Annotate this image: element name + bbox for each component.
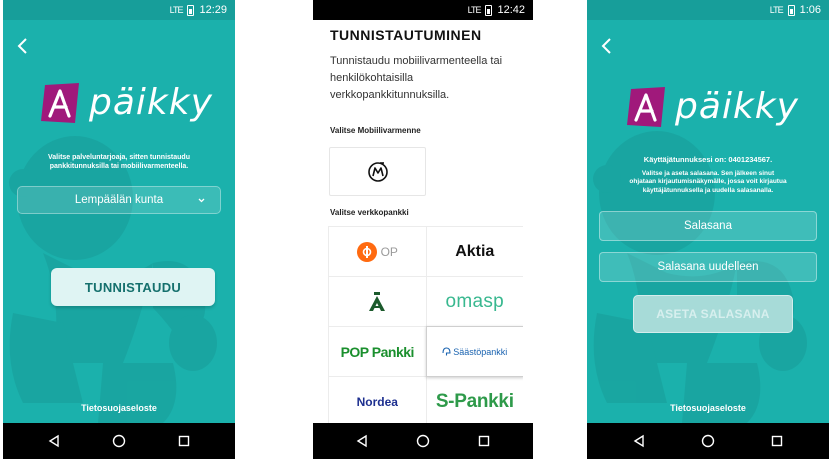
instruction-text: Valitse palveluntarjoaja, sitten tunnist… [13,153,225,172]
paikky-logo: päikky [627,86,799,127]
status-time: 1:06 [799,4,821,16]
saastopankki-logo-text: Säästöpankki [453,346,508,357]
android-nav-bar [3,423,235,459]
battery-icon [787,4,795,16]
bank-selection-screen: LTE 12:42 TUNNISTAUTUMINEN Tunnistaudu m… [313,0,533,459]
back-triangle-icon [634,434,645,448]
page-title: TUNNISTAUTUMINEN [330,27,482,43]
logo-text: päikky [675,86,799,127]
privacy-link[interactable]: Tietosuojaseloste [3,403,235,413]
recents-square-icon [479,435,490,447]
nordea-logo: Nordea [356,394,398,409]
home-circle-icon [416,434,430,448]
lte-signal-icon: LTE [467,5,482,15]
verkkopankki-label: Valitse verkkopankki [330,208,409,217]
home-circle-icon [112,434,126,448]
bank-grid: OP Aktia omasp POP Pankki Säästöpankki N… [328,226,523,423]
alandsbanken-logo-icon [369,291,386,311]
username-info: Käyttäjätunnuksesi on: 0401234567. [643,155,773,164]
status-time: 12:29 [199,4,227,16]
android-nav-bar [587,423,829,459]
password-instruction: Valitse ja aseta salasana. Sen jälkeen s… [597,170,819,195]
provider-dropdown[interactable]: Lempäälän kunta [17,186,221,214]
status-bar: LTE 12:42 [313,0,533,20]
password-placeholder: Salasana [684,220,732,232]
saastopankki-leaf-icon [442,347,451,356]
battery-icon [485,4,493,16]
s-pankki-logo: S-Pankki [435,390,514,412]
aktia-logo: Aktia [455,242,495,260]
paikky-logo: päikky [41,82,213,123]
nav-recents-button[interactable] [764,428,790,454]
op-logo-text: OP [380,244,398,259]
paikky-logo-mark-icon [627,86,665,127]
privacy-link[interactable]: Tietosuojaseloste [587,403,829,413]
bank-nordea[interactable]: Nordea [328,376,427,423]
password-field[interactable]: Salasana [599,211,817,241]
omasp-logo: omasp [445,290,505,312]
instruction-line-3: käyttäjätunnuksella ja uudella salasanal… [642,186,774,194]
battery-icon [187,4,195,16]
back-triangle-icon [48,434,59,448]
chevron-down-icon [198,198,205,203]
nav-recents-button[interactable] [471,428,497,454]
set-password-screen: LTE 1:06 päikky Käyttäjätunnuksesi on: 0… [587,0,829,459]
nav-recents-button[interactable] [171,428,197,454]
android-nav-bar [313,423,533,459]
status-bar: LTE 1:06 [587,0,829,20]
back-triangle-icon [356,434,367,448]
bank-aktia[interactable]: Aktia [425,226,523,277]
aseta-salasana-button[interactable]: ASETA SALASANA [633,295,793,333]
lte-signal-icon: LTE [769,5,784,15]
recents-square-icon [771,435,782,447]
bank-s-pankki[interactable]: S-Pankki [425,376,523,423]
provider-dropdown-value: Lempäälän kunta [74,194,164,206]
bank-omasp[interactable]: omasp [425,276,523,327]
pop-pankki-logo: POP Pankki [340,343,415,360]
nav-back-button[interactable] [626,428,652,454]
instruction-line-1: Valitse palveluntarjoaja, sitten tunnist… [48,154,190,161]
paikky-logo-mark-icon [41,82,79,123]
mobiilivarmenne-option[interactable] [329,147,426,196]
home-circle-icon [701,434,715,448]
saastopankki-logo: Säästöpankki [442,347,507,357]
op-logo-icon [356,241,377,262]
op-logo: OP [356,241,398,262]
instruction-line-2: pankkitunnuksilla tai mobiilivarmenteell… [49,163,189,171]
bank-pop-pankki[interactable]: POP Pankki [328,326,427,377]
kid-silhouette-illustration [9,136,217,423]
mobiilivarmenne-logo-icon [367,161,388,182]
login-screen: LTE 12:29 päikky Valitse palveluntarjoaj… [3,0,235,459]
instruction-line-2: ohjataan kirjautumisnäkymälle, jossa voi… [629,178,787,186]
instruction-line-1: Valitse ja aseta salasana. Sen jälkeen s… [641,170,775,177]
password-repeat-field[interactable]: Salasana uudelleen [599,252,817,282]
bank-op[interactable]: OP [328,226,427,277]
logo-text: päikky [89,82,213,123]
tunnistaudu-button[interactable]: TUNNISTAUDU [51,268,215,306]
back-chevron-icon[interactable] [597,36,617,56]
bank-alandsbanken[interactable] [328,276,427,327]
bank-selection-content: TUNNISTAUTUMINEN Tunnistaudu mobiilivarm… [323,20,523,423]
mobiilivarmenne-label: Valitse Mobiilivarmenne [330,126,421,135]
recents-square-icon [179,435,190,447]
status-bar: LTE 12:29 [3,0,235,20]
lte-signal-icon: LTE [169,5,184,15]
status-time: 12:42 [497,4,525,16]
back-chevron-icon[interactable] [13,36,33,56]
nav-home-button[interactable] [410,428,436,454]
nav-home-button[interactable] [695,428,721,454]
password-repeat-placeholder: Salasana uudelleen [657,261,759,273]
intro-text: Tunnistaudu mobiilivarmenteella tai henk… [330,55,503,102]
nav-back-button[interactable] [349,428,375,454]
bank-saastopankki[interactable]: Säästöpankki [425,326,523,377]
nav-home-button[interactable] [106,428,132,454]
nav-back-button[interactable] [41,428,67,454]
